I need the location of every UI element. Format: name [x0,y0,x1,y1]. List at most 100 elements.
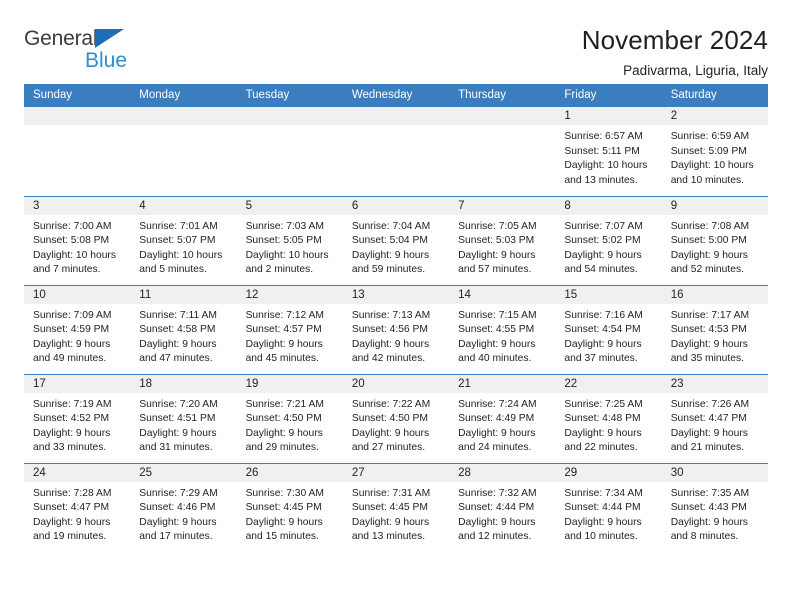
calendar-day-cell[interactable]: 1 Sunrise: 6:57 AM Sunset: 5:11 PM Daylight… [555,107,662,196]
calendar-day-cell[interactable]: 9 Sunrise: 7:08 AM Sunset: 5:00 PM Daylight… [661,195,768,285]
calendar-day-cell[interactable]: 19 Sunrise: 7:21 AM Sunset: 4:50 PM Dayligh… [236,373,343,463]
day-number: 30 [661,463,768,482]
day-number [449,107,556,125]
day-number: 7 [449,196,556,215]
calendar-day-cell[interactable]: 26 Sunrise: 7:30 AM Sunset: 4:45 PM Dayligh… [236,462,343,553]
calendar-cell-inner: 27 Sunrise: 7:31 AM Sunset: 4:45 PM Dayligh… [342,463,450,553]
day-details: Sunrise: 7:01 AM Sunset: 5:07 PM Daylight:… [130,215,236,278]
calendar-day-cell[interactable]: 20 Sunrise: 7:22 AM Sunset: 4:50 PM Dayligh… [342,373,450,463]
day-number: 13 [342,285,450,304]
calendar-day-cell[interactable]: 7 Sunrise: 7:05 AM Sunset: 5:03 PM Daylight… [449,195,556,285]
sunset-line: Sunset: 4:54 PM [564,324,641,336]
calendar-day-cell[interactable]: 23 Sunrise: 7:26 AM Sunset: 4:47 PM Dayligh… [661,373,768,463]
sunrise-line: Sunrise: 7:07 AM [564,220,643,232]
daylight-line-cont: and 57 minutes. [458,264,532,276]
daylight-line: Daylight: 9 hours [351,249,430,261]
day-number [24,107,131,125]
calendar-day-cell[interactable]: 3 Sunrise: 7:00 AM Sunset: 5:08 PM Daylight… [24,195,131,285]
daylight-line-cont: and 17 minutes. [139,531,213,543]
daylight-line: Daylight: 9 hours [564,516,642,528]
day-number: 24 [24,463,131,482]
calendar-day-cell[interactable]: 24 Sunrise: 7:28 AM Sunset: 4:47 PM Dayligh… [24,462,131,553]
calendar-day-cell[interactable]: 29 Sunrise: 7:34 AM Sunset: 4:44 PM Dayligh… [555,462,662,553]
daylight-line: Daylight: 9 hours [351,427,430,439]
sunset-line: Sunset: 4:47 PM [33,502,110,514]
day-details: Sunrise: 7:24 AM Sunset: 4:49 PM Daylight:… [449,393,555,456]
day-number: 23 [661,374,768,393]
day-number: 9 [661,196,768,215]
calendar-body: 1 Sunrise: 6:57 AM Sunset: 5:11 PM Daylight… [24,107,768,552]
sunset-line: Sunset: 4:50 PM [351,413,428,425]
sunrise-line: Sunrise: 7:13 AM [351,309,431,321]
weekday-header-wednesday: Wednesday [342,84,450,107]
daylight-line-cont: and 13 minutes. [351,531,426,543]
calendar-cell-inner: 29 Sunrise: 7:34 AM Sunset: 4:44 PM Dayligh… [555,463,662,553]
daylight-line: Daylight: 9 hours [458,249,536,261]
daylight-line: Daylight: 9 hours [33,516,111,528]
calendar-day-cell[interactable]: 22 Sunrise: 7:25 AM Sunset: 4:48 PM Dayligh… [555,373,662,463]
calendar-day-cell[interactable]: 15 Sunrise: 7:16 AM Sunset: 4:54 PM Dayligh… [555,284,662,374]
calendar-day-cell[interactable]: 8 Sunrise: 7:07 AM Sunset: 5:02 PM Daylight… [555,195,662,285]
day-number: 18 [130,374,237,393]
calendar-cell-inner: 17 Sunrise: 7:19 AM Sunset: 4:52 PM Dayligh… [24,374,131,463]
general-blue-logo[interactable]: General Blue [24,26,132,72]
sunset-line: Sunset: 4:48 PM [564,413,641,425]
calendar-day-cell[interactable]: 16 Sunrise: 7:17 AM Sunset: 4:53 PM Dayligh… [661,284,768,374]
calendar-cell-empty [130,107,237,196]
calendar-cell-inner [236,107,343,196]
sunrise-line: Sunrise: 7:01 AM [139,220,218,232]
daylight-line-cont: and 52 minutes. [670,264,744,276]
daylight-line: Daylight: 9 hours [458,338,536,350]
calendar-cell-inner [342,107,450,196]
calendar-day-cell[interactable]: 27 Sunrise: 7:31 AM Sunset: 4:45 PM Dayligh… [342,462,450,553]
daylight-line-cont: and 19 minutes. [33,531,107,543]
calendar-day-cell[interactable]: 11 Sunrise: 7:11 AM Sunset: 4:58 PM Dayligh… [130,284,237,374]
page-subtitle: Padivarma, Liguria, Italy [623,63,768,79]
calendar-day-cell[interactable]: 28 Sunrise: 7:32 AM Sunset: 4:44 PM Dayligh… [449,462,556,552]
daylight-line: Daylight: 10 hours [670,160,754,172]
sunrise-line: Sunrise: 7:17 AM [670,309,750,321]
calendar-cell-inner: 24 Sunrise: 7:28 AM Sunset: 4:47 PM Dayligh… [24,463,131,553]
weekday-header-sunday: Sunday [24,84,131,107]
page-title: November 2024 [581,25,768,55]
daylight-line-cont: and 49 minutes. [33,353,107,365]
day-number: 3 [24,196,131,215]
weekday-header-tuesday: Tuesday [236,84,343,107]
daylight-line: Daylight: 9 hours [139,338,217,350]
calendar-cell-inner: 8 Sunrise: 7:07 AM Sunset: 5:02 PM Daylight… [555,196,662,285]
sunset-line: Sunset: 4:50 PM [245,413,322,425]
day-number: 19 [236,374,343,393]
calendar-day-cell[interactable]: 18 Sunrise: 7:20 AM Sunset: 4:51 PM Dayligh… [130,373,237,463]
day-number: 6 [342,196,450,215]
daylight-line-cont: and 37 minutes. [564,353,638,365]
calendar-cell-empty [236,107,343,196]
day-number: 17 [24,374,131,393]
day-details: Sunrise: 6:59 AM Sunset: 5:09 PM Daylight:… [662,125,768,188]
calendar-cell-inner: 26 Sunrise: 7:30 AM Sunset: 4:45 PM Dayligh… [236,463,343,553]
calendar-day-cell[interactable]: 17 Sunrise: 7:19 AM Sunset: 4:52 PM Dayligh… [24,373,131,463]
calendar-week-row: 3 Sunrise: 7:00 AM Sunset: 5:08 PM Daylight… [24,195,768,285]
weekday-header-saturday: Saturday [661,84,768,107]
calendar-day-cell[interactable]: 14 Sunrise: 7:15 AM Sunset: 4:55 PM Dayligh… [449,284,556,374]
calendar-cell-inner: 19 Sunrise: 7:21 AM Sunset: 4:50 PM Dayligh… [236,374,343,463]
calendar-day-cell[interactable]: 2 Sunrise: 6:59 AM Sunset: 5:09 PM Daylight… [661,107,768,196]
calendar-day-cell[interactable]: 6 Sunrise: 7:04 AM Sunset: 5:04 PM Daylight… [342,195,450,285]
calendar-day-cell[interactable]: 25 Sunrise: 7:29 AM Sunset: 4:46 PM Dayligh… [130,462,237,552]
day-number [130,107,237,125]
calendar-day-cell[interactable]: 10 Sunrise: 7:09 AM Sunset: 4:59 PM Dayligh… [24,284,131,374]
calendar-cell-inner [24,107,131,196]
sunrise-line: Sunrise: 7:00 AM [33,220,112,232]
daylight-line-cont: and 45 minutes. [245,353,319,365]
sunset-line: Sunset: 4:44 PM [458,502,535,514]
calendar-day-cell[interactable]: 21 Sunrise: 7:24 AM Sunset: 4:49 PM Dayligh… [449,373,556,463]
calendar-week-row: 10 Sunrise: 7:09 AM Sunset: 4:59 PM Dayligh… [24,284,768,374]
calendar-day-cell[interactable]: 12 Sunrise: 7:12 AM Sunset: 4:57 PM Dayligh… [236,284,343,374]
calendar-day-cell[interactable]: 5 Sunrise: 7:03 AM Sunset: 5:05 PM Daylight… [236,195,343,285]
calendar-cell-inner: 14 Sunrise: 7:15 AM Sunset: 4:55 PM Dayligh… [449,285,556,374]
calendar-day-cell[interactable]: 4 Sunrise: 7:01 AM Sunset: 5:07 PM Daylight… [130,195,237,285]
sunset-line: Sunset: 5:04 PM [351,235,428,247]
sunrise-line: Sunrise: 7:25 AM [564,398,643,410]
calendar-day-cell[interactable]: 13 Sunrise: 7:13 AM Sunset: 4:56 PM Dayligh… [342,284,450,374]
sunrise-line: Sunrise: 7:30 AM [245,487,324,499]
calendar-day-cell[interactable]: 30 Sunrise: 7:35 AM Sunset: 4:43 PM Dayligh… [661,462,768,552]
